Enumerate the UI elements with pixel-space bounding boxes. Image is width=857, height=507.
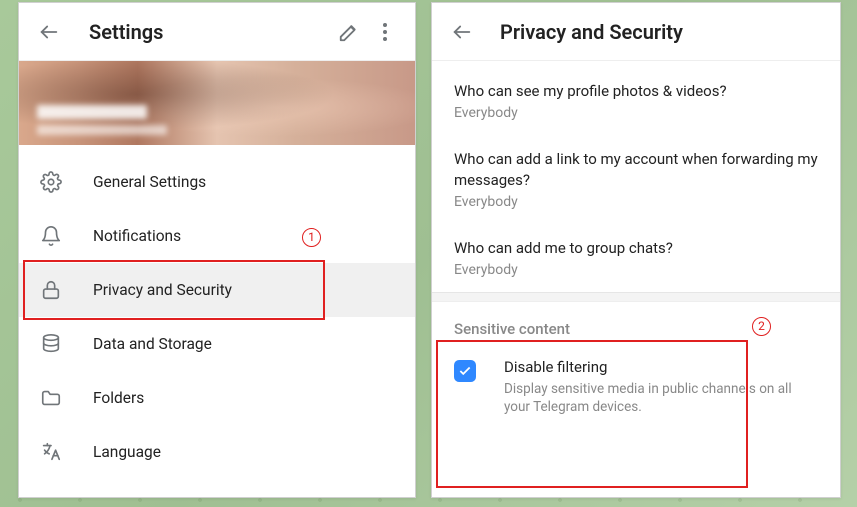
lock-icon bbox=[39, 278, 63, 302]
privacy-item-value: Everybody bbox=[454, 262, 818, 278]
settings-panel: Settings General Settings Notifications bbox=[18, 2, 416, 498]
privacy-item-value: Everybody bbox=[454, 105, 818, 121]
bell-icon bbox=[39, 224, 63, 248]
database-icon bbox=[39, 332, 63, 356]
privacy-list: Who can see my profile photos & videos? … bbox=[432, 61, 840, 292]
privacy-item-title: Who can add a link to my account when fo… bbox=[454, 149, 818, 190]
folder-icon bbox=[39, 386, 63, 410]
menu-item-privacy[interactable]: Privacy and Security bbox=[19, 263, 415, 317]
menu-item-label: Privacy and Security bbox=[93, 281, 232, 299]
profile-banner[interactable] bbox=[19, 61, 415, 145]
privacy-header: Privacy and Security bbox=[432, 3, 840, 61]
privacy-panel: Privacy and Security Who can see my prof… bbox=[431, 2, 841, 498]
privacy-item-forward-link[interactable]: Who can add a link to my account when fo… bbox=[432, 135, 840, 224]
menu-item-label: Notifications bbox=[93, 227, 181, 245]
menu-item-general[interactable]: General Settings bbox=[19, 155, 415, 209]
privacy-title: Privacy and Security bbox=[500, 20, 828, 44]
menu-item-label: General Settings bbox=[93, 173, 206, 191]
settings-menu: General Settings Notifications Privacy a… bbox=[19, 145, 415, 479]
language-icon bbox=[39, 440, 63, 464]
back-button[interactable] bbox=[444, 14, 480, 50]
menu-item-folders[interactable]: Folders bbox=[19, 371, 415, 425]
arrow-left-icon bbox=[38, 21, 60, 43]
section-header-sensitive: Sensitive content bbox=[432, 302, 840, 344]
profile-text-blurred bbox=[37, 105, 167, 135]
privacy-item-value: Everybody bbox=[454, 194, 818, 210]
disable-filtering-title: Disable filtering bbox=[504, 358, 818, 376]
privacy-item-profile-photos[interactable]: Who can see my profile photos & videos? … bbox=[432, 67, 840, 135]
section-separator bbox=[432, 292, 840, 302]
menu-item-language[interactable]: Language bbox=[19, 425, 415, 479]
menu-item-data[interactable]: Data and Storage bbox=[19, 317, 415, 371]
check-icon bbox=[458, 364, 472, 378]
disable-filtering-desc: Display sensitive media in public channe… bbox=[504, 380, 818, 416]
disable-filtering-row[interactable]: Disable filtering Display sensitive medi… bbox=[432, 344, 840, 436]
more-button[interactable] bbox=[367, 14, 403, 50]
settings-header: Settings bbox=[19, 3, 415, 61]
gear-icon bbox=[39, 170, 63, 194]
checkbox-checked[interactable] bbox=[454, 360, 476, 382]
edit-button[interactable] bbox=[331, 14, 367, 50]
settings-title: Settings bbox=[89, 20, 331, 44]
privacy-item-group-chats[interactable]: Who can add me to group chats? Everybody bbox=[432, 224, 840, 292]
menu-item-notifications[interactable]: Notifications bbox=[19, 209, 415, 263]
back-button[interactable] bbox=[31, 14, 67, 50]
arrow-left-icon bbox=[451, 21, 473, 43]
pencil-icon bbox=[338, 21, 360, 43]
menu-item-label: Language bbox=[93, 443, 161, 461]
privacy-item-title: Who can add me to group chats? bbox=[454, 238, 818, 258]
privacy-item-title: Who can see my profile photos & videos? bbox=[454, 81, 818, 101]
more-vertical-icon bbox=[383, 23, 387, 41]
menu-item-label: Data and Storage bbox=[93, 335, 212, 353]
menu-item-label: Folders bbox=[93, 389, 144, 407]
